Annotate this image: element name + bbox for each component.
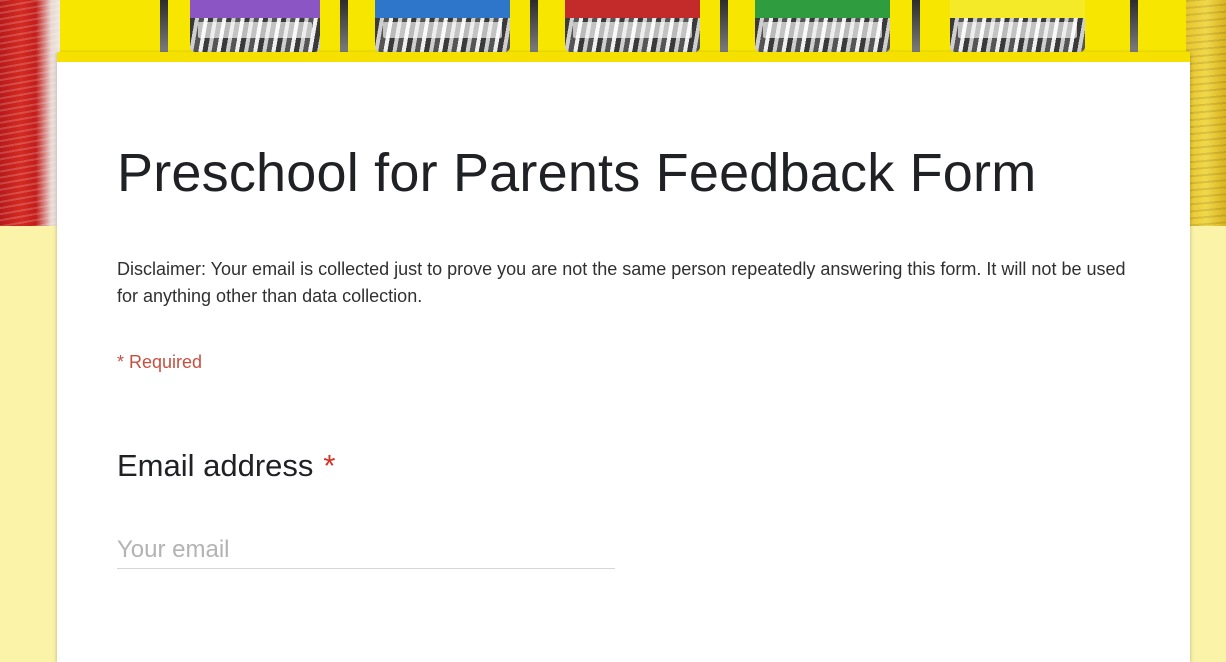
blue-crayon-image: [375, 0, 510, 52]
red-crayon-image: [0, 0, 60, 226]
crayon-divider: [1130, 0, 1138, 60]
crayon-divider: [912, 0, 920, 60]
crayon-divider: [530, 0, 538, 60]
form-card: Preschool for Parents Feedback Form Disc…: [57, 52, 1190, 662]
yellow-crayon-image: [1186, 0, 1226, 226]
crayon-divider: [160, 0, 168, 60]
required-note: * Required: [117, 352, 203, 372]
required-asterisk: *: [323, 448, 336, 483]
question-email-title: Email address *: [117, 448, 336, 484]
email-input[interactable]: [117, 532, 615, 569]
crayon-divider: [720, 0, 728, 60]
crayon-divider: [340, 0, 348, 60]
form-title: Preschool for Parents Feedback Form: [117, 143, 1037, 203]
purple-crayon-image: [190, 0, 320, 52]
green-crayon-image: [755, 0, 890, 52]
question-email-label: Email address: [117, 448, 314, 483]
yellow-crayon-image: [950, 0, 1085, 52]
red-crayon-image: [565, 0, 700, 52]
form-description: Disclaimer: Your email is collected just…: [117, 259, 1126, 306]
